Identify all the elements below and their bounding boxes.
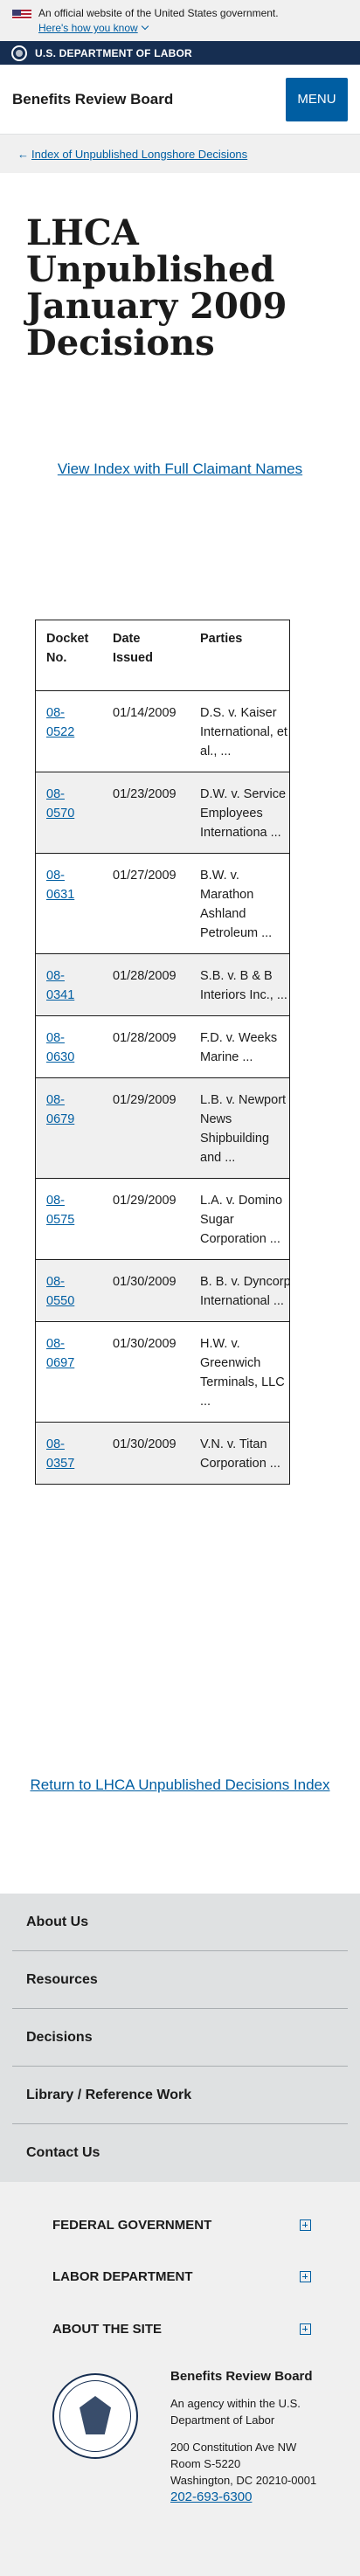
- docket-link[interactable]: 08-0570: [46, 787, 74, 821]
- dol-seal-icon: [11, 45, 27, 61]
- footer-nav-about-us[interactable]: About Us: [12, 1894, 348, 1951]
- footer-agency-name: Benefits Review Board: [170, 2369, 313, 2384]
- footer-address-line: 200 Constitution Ave NW: [170, 2441, 297, 2454]
- footer-agency-description: An agency within the U.S. Department of …: [170, 2397, 301, 2427]
- docket-link[interactable]: 08-0522: [46, 706, 74, 739]
- footer-address-line: Washington, DC 20210-0001: [170, 2474, 317, 2487]
- accordion-label: FEDERAL GOVERNMENT: [52, 2218, 212, 2233]
- dol-strip-label: U.S. DEPARTMENT OF LABOR: [35, 46, 192, 59]
- column-header-parties: Parties: [190, 620, 289, 691]
- date-cell: 01/14/2009: [102, 690, 190, 772]
- footer-nav-resources[interactable]: Resources: [12, 1951, 348, 2009]
- docket-link[interactable]: 08-0679: [46, 1093, 74, 1126]
- dol-seal-logo: [52, 2373, 138, 2459]
- site-title[interactable]: Benefits Review Board: [12, 91, 173, 108]
- table-row: 08-0679 01/29/2009 L.B. v. Newport News …: [36, 1077, 289, 1179]
- parties-cell: S.B. v. B & B Interiors Inc., ...: [190, 953, 289, 1016]
- docket-link[interactable]: 08-0550: [46, 1275, 74, 1308]
- accordion-labor-department[interactable]: LABOR DEPARTMENT: [52, 2269, 311, 2284]
- chevron-down-icon: [141, 22, 149, 31]
- table-header-row: Docket No. Date Issued Parties: [36, 620, 289, 691]
- date-cell: 01/28/2009: [102, 953, 190, 1016]
- date-cell: 01/28/2009: [102, 1015, 190, 1078]
- footer-nav-library[interactable]: Library / Reference Work: [12, 2067, 348, 2124]
- date-cell: 01/30/2009: [102, 1259, 190, 1322]
- decisions-table: Docket No. Date Issued Parties 08-0522 0…: [36, 620, 289, 1485]
- footer-nav: About Us Resources Decisions Library / R…: [0, 1894, 360, 2182]
- docket-link[interactable]: 08-0341: [46, 969, 74, 1002]
- accordion-label: LABOR DEPARTMENT: [52, 2269, 193, 2284]
- gov-banner: An official website of the United States…: [0, 0, 360, 41]
- parties-cell: H.W. v. Greenwich Terminals, LLC ...: [190, 1321, 289, 1423]
- date-cell: 01/30/2009: [102, 1321, 190, 1423]
- footer-address-line: Room S-5220: [170, 2457, 241, 2470]
- expand-plus-icon: [300, 2219, 311, 2231]
- footer-nav-decisions[interactable]: Decisions: [12, 2009, 348, 2067]
- date-cell: 01/29/2009: [102, 1178, 190, 1260]
- table-row: 08-0630 01/28/2009 F.D. v. Weeks Marine …: [36, 1015, 289, 1078]
- docket-link[interactable]: 08-0357: [46, 1437, 74, 1471]
- site-header: Benefits Review Board MENU: [0, 65, 360, 135]
- accordion-about-the-site[interactable]: ABOUT THE SITE: [52, 2322, 311, 2337]
- table-row: 08-0341 01/28/2009 S.B. v. B & B Interio…: [36, 953, 289, 1016]
- table-row: 08-0631 01/27/2009 B.W. v. Marathon Ashl…: [36, 853, 289, 954]
- table-row: 08-0697 01/30/2009 H.W. v. Greenwich Ter…: [36, 1321, 289, 1423]
- arrow-left-icon: ←: [17, 147, 29, 161]
- expand-plus-icon: [300, 2271, 311, 2282]
- accordion-label: ABOUT THE SITE: [52, 2322, 163, 2337]
- parties-cell: V.N. v. Titan Corporation ...: [190, 1422, 289, 1485]
- official-site-text: An official website of the United States…: [38, 7, 279, 19]
- heres-how-you-know-link[interactable]: Here's how you know: [38, 21, 149, 35]
- table-row: 08-0570 01/23/2009 D.W. v. Service Emplo…: [36, 772, 289, 854]
- docket-cell: 08-0697: [36, 1321, 102, 1423]
- parties-cell: B. B. v. Dyncorp International ...: [190, 1259, 289, 1322]
- docket-link[interactable]: 08-0575: [46, 1194, 74, 1227]
- docket-cell: 08-0357: [36, 1422, 102, 1485]
- date-cell: 01/27/2009: [102, 853, 190, 954]
- decisions-table-container[interactable]: Docket No. Date Issued Parties 08-0522 0…: [35, 620, 290, 1485]
- table-row: 08-0357 01/30/2009 V.N. v. Titan Corpora…: [36, 1422, 289, 1485]
- docket-cell: 08-0341: [36, 953, 102, 1016]
- date-cell: 01/30/2009: [102, 1422, 190, 1485]
- menu-button[interactable]: MENU: [286, 77, 348, 121]
- docket-cell: 08-0575: [36, 1178, 102, 1260]
- accordion-federal-government[interactable]: FEDERAL GOVERNMENT: [52, 2218, 311, 2233]
- parties-cell: D.W. v. Service Employees Internationa .…: [190, 772, 289, 854]
- docket-cell: 08-0679: [36, 1077, 102, 1179]
- docket-link[interactable]: 08-0697: [46, 1337, 74, 1370]
- view-full-names-link[interactable]: View Index with Full Claimant Names: [0, 460, 360, 478]
- docket-link[interactable]: 08-0630: [46, 1031, 74, 1064]
- us-flag-icon: [12, 10, 31, 20]
- parties-cell: L.B. v. Newport News Shipbuilding and ..…: [190, 1077, 289, 1179]
- table-row: 08-0575 01/29/2009 L.A. v. Domino Sugar …: [36, 1178, 289, 1260]
- footer-agency-info: Benefits Review Board An agency within t…: [170, 2368, 345, 2505]
- table-row: 08-0550 01/30/2009 B. B. v. Dyncorp Inte…: [36, 1259, 289, 1322]
- footer-phone-link[interactable]: 202-693-6300: [170, 2489, 345, 2505]
- parties-cell: L.A. v. Domino Sugar Corporation ...: [190, 1178, 289, 1260]
- docket-cell: 08-0630: [36, 1015, 102, 1078]
- date-cell: 01/29/2009: [102, 1077, 190, 1179]
- dol-agency-strip: U.S. DEPARTMENT OF LABOR: [0, 41, 360, 65]
- expand-plus-icon: [300, 2323, 311, 2335]
- heres-how-you-know-label: Here's how you know: [38, 22, 138, 34]
- column-header-docket: Docket No.: [36, 620, 102, 691]
- docket-cell: 08-0631: [36, 853, 102, 954]
- date-cell: 01/23/2009: [102, 772, 190, 854]
- docket-cell: 08-0522: [36, 690, 102, 772]
- breadcrumb-link[interactable]: Index of Unpublished Longshore Decisions: [31, 148, 247, 161]
- page-title: LHCA Unpublished January 2009 Decisions: [26, 212, 287, 364]
- table-row: 08-0522 01/14/2009 D.S. v. Kaiser Intern…: [36, 690, 289, 772]
- parties-cell: D.S. v. Kaiser International, et al., ..…: [190, 690, 289, 772]
- breadcrumb: ← Index of Unpublished Longshore Decisio…: [0, 135, 360, 173]
- column-header-date: Date Issued: [102, 620, 190, 691]
- parties-cell: F.D. v. Weeks Marine ...: [190, 1015, 289, 1078]
- return-to-index-link[interactable]: Return to LHCA Unpublished Decisions Ind…: [0, 1774, 360, 1796]
- docket-link[interactable]: 08-0631: [46, 869, 74, 902]
- footer-nav-contact-us[interactable]: Contact Us: [12, 2124, 348, 2182]
- parties-cell: B.W. v. Marathon Ashland Petroleum ...: [190, 853, 289, 954]
- docket-cell: 08-0550: [36, 1259, 102, 1322]
- docket-cell: 08-0570: [36, 772, 102, 854]
